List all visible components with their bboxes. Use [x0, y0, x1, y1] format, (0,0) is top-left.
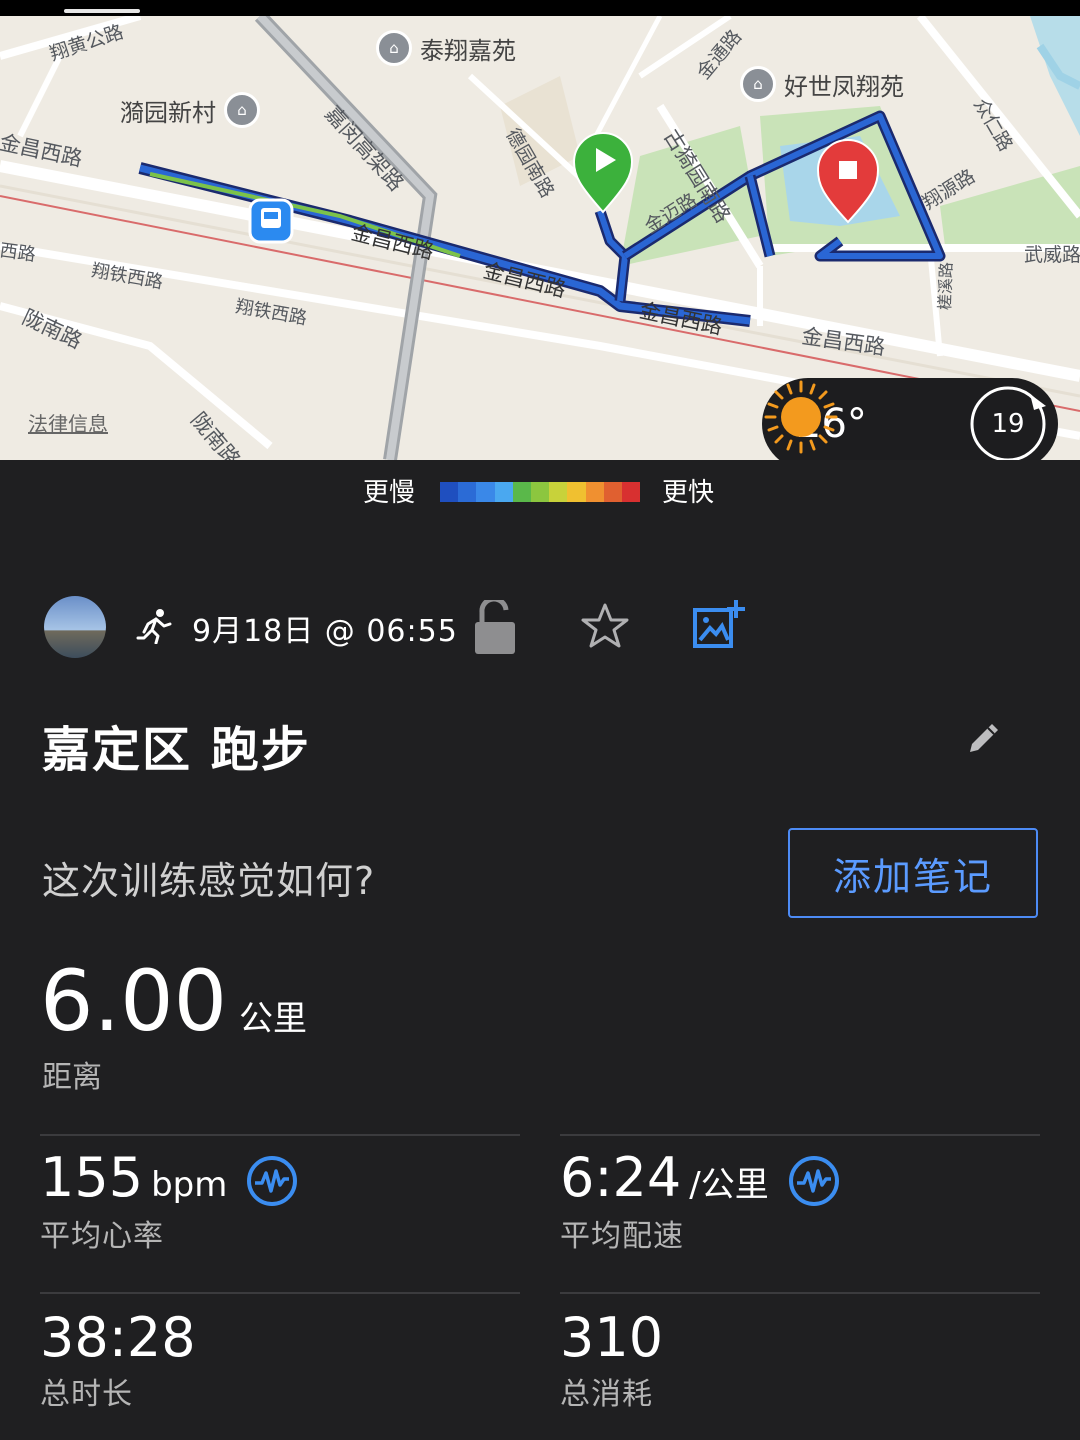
avatar[interactable]	[44, 596, 106, 658]
distance-unit: 公里	[239, 999, 308, 1039]
status-indicator	[64, 9, 140, 13]
pace-chart-icon[interactable]	[788, 1155, 840, 1211]
legal-info-link[interactable]: 法律信息	[28, 408, 108, 437]
divider	[40, 1292, 520, 1294]
pace-color-segment	[567, 482, 586, 502]
weather-widget[interactable]: 26° 19	[762, 378, 1058, 460]
heart-rate-unit: bpm	[151, 1165, 228, 1205]
pace-color-segment	[549, 482, 568, 502]
heart-rate-chart-icon[interactable]	[246, 1155, 298, 1211]
road-label: 槎溪路	[935, 261, 956, 311]
add-note-button[interactable]: 添加笔记	[788, 828, 1038, 918]
calories-value: 310	[560, 1306, 664, 1369]
heart-rate-stat[interactable]: 155 bpm 平均心率	[40, 1146, 298, 1255]
heart-rate-label: 平均心率	[40, 1218, 164, 1254]
poi-label: 漪园新村	[120, 98, 216, 127]
duration-value: 38:28	[40, 1306, 196, 1369]
divider	[560, 1292, 1040, 1294]
pace-color-segment	[512, 482, 531, 502]
activity-meta: 9月18日 @ 06:55	[44, 596, 1044, 658]
divider	[40, 1134, 520, 1136]
divider	[560, 1134, 1040, 1136]
road-label: 武威路	[1024, 244, 1080, 266]
pace-stat[interactable]: 6:24/公里 平均配速	[560, 1146, 840, 1255]
distance-label: 距离	[42, 1060, 102, 1095]
poi-label: 好世凤翔苑	[784, 72, 904, 101]
pace-color-segment	[530, 482, 550, 502]
wind-gauge-icon: 19	[968, 384, 1048, 460]
status-bar	[0, 0, 1080, 16]
residential-icon: ⌂	[740, 66, 776, 102]
activity-date: 9月18日 @ 06:55	[192, 614, 458, 649]
duration-label: 总时长	[40, 1377, 133, 1412]
legend-slow-label: 更慢	[363, 478, 416, 508]
pace-color-bar	[440, 482, 641, 502]
pace-color-segment	[440, 482, 459, 502]
distance-value: 6.00	[40, 952, 228, 1050]
pace-color-segment	[458, 482, 477, 502]
route-map[interactable]: ⌂ 泰翔嘉苑 ⌂ 好世凤翔苑 漪园新村 ⌂ 翔黄公路 嘉闵高架路 金通路 德园南路 古…	[0, 16, 1080, 460]
pace-color-segment	[621, 482, 641, 502]
add-photo-icon[interactable]	[692, 598, 746, 656]
duration-stat: 38:28 总时长	[40, 1306, 196, 1413]
poi-haoshi-fengxiangyuan[interactable]: ⌂ 好世凤翔苑	[740, 66, 904, 102]
star-icon[interactable]	[580, 602, 630, 654]
pace-label: 平均配速	[560, 1218, 684, 1254]
residential-icon: ⌂	[224, 92, 260, 128]
residential-icon: ⌂	[376, 30, 412, 66]
pace-color-segment	[603, 482, 622, 502]
pace-value: 6:24	[560, 1146, 682, 1209]
poi-yiyuan-xincun[interactable]: 漪园新村 ⌂	[120, 92, 260, 128]
activity-title: 嘉定区 跑步	[42, 722, 311, 778]
pace-color-segment	[585, 482, 604, 502]
poi-taixiang-jiayuan[interactable]: ⌂ 泰翔嘉苑	[376, 30, 516, 66]
legend-fast-label: 更快	[662, 478, 715, 508]
feel-prompt: 这次训练感觉如何?	[42, 859, 376, 903]
pace-unit: /公里	[689, 1165, 769, 1205]
road-label: 西路	[0, 240, 37, 266]
calories-stat: 310 总消耗	[560, 1306, 663, 1413]
calories-label: 总消耗	[560, 1377, 653, 1412]
distance-stat: 6.00 公里 距离	[40, 952, 308, 1095]
edit-pencil-icon[interactable]	[966, 720, 1002, 760]
pace-legend: 更慢 更快	[0, 472, 1080, 512]
pace-color-segment	[476, 482, 495, 502]
heart-rate-value: 155	[40, 1146, 144, 1209]
pace-color-segment	[494, 482, 513, 502]
running-icon	[136, 608, 172, 652]
poi-label: 泰翔嘉苑	[420, 36, 516, 65]
wind-speed: 19	[991, 409, 1025, 439]
unlock-icon[interactable]	[474, 596, 516, 658]
